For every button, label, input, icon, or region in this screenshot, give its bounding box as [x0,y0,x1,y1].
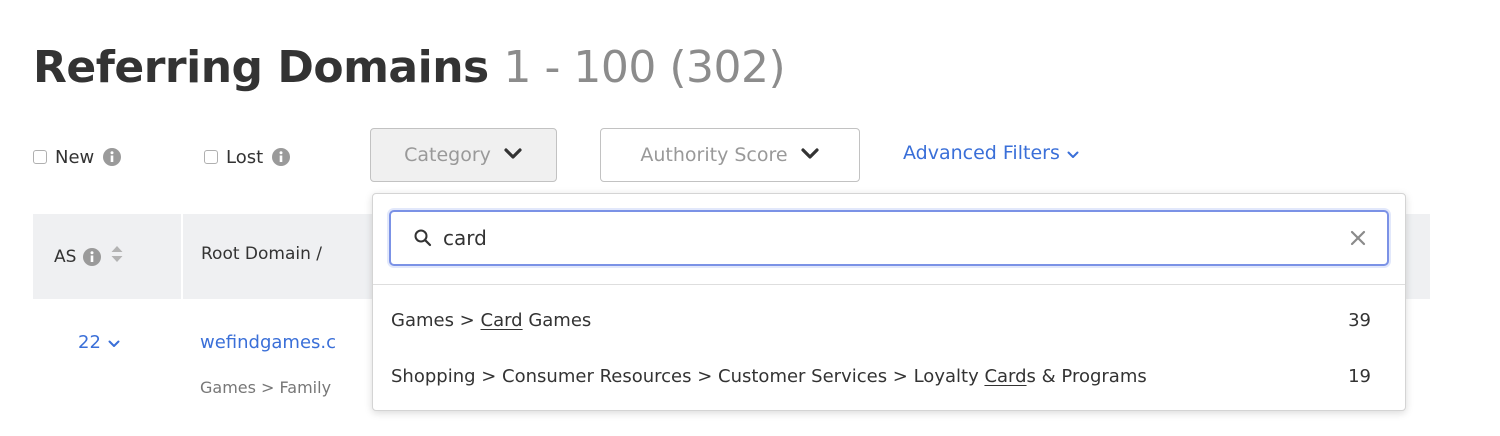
category-option[interactable]: Shopping > Consumer Resources > Customer… [373,358,1405,398]
advanced-filters-toggle[interactable]: Advanced Filters [903,142,1079,164]
chevron-down-icon [1067,142,1079,164]
option-label: Games > Card Games [391,310,592,331]
header-divider [181,214,183,299]
column-header-root-domain[interactable]: Root Domain / [201,244,322,264]
info-icon[interactable] [271,147,291,167]
chevron-down-icon [108,332,120,353]
category-select[interactable]: Category [370,128,557,182]
dropdown-divider [373,284,1405,285]
chevron-down-icon [800,144,820,166]
category-select-label: Category [404,144,491,166]
category-dropdown: Games > Card Games 39 Shopping > Consume… [372,193,1406,411]
new-checkbox-box[interactable] [33,150,47,164]
option-count: 39 [1348,310,1371,331]
authority-score-select[interactable]: Authority Score [600,128,860,182]
search-icon [413,228,433,248]
clear-icon[interactable] [1347,227,1369,249]
page-title: Referring Domains 1 - 100 (302) [33,40,786,96]
info-icon[interactable] [102,147,122,167]
info-icon[interactable] [82,247,102,267]
as-header-label: AS [54,246,77,267]
option-count: 19 [1348,366,1371,387]
new-filter-checkbox[interactable]: New [33,144,122,170]
row-category: Games > Family [200,378,332,397]
row-domain-link[interactable]: wefindgames.c [200,332,336,353]
lost-filter-label: Lost [226,146,264,168]
result-range: 1 - 100 (302) [503,42,786,93]
sort-icon[interactable] [110,244,124,269]
column-header-as[interactable]: AS [54,244,124,269]
category-option[interactable]: Games > Card Games 39 [373,302,1405,342]
match-highlight: Card [480,310,523,331]
category-search-input[interactable] [443,226,1323,250]
page-title-text: Referring Domains [33,42,489,93]
advanced-filters-label: Advanced Filters [903,142,1060,164]
as-value: 22 [78,332,101,353]
new-filter-label: New [55,146,95,168]
authority-score-label: Authority Score [640,144,788,166]
chevron-down-icon [503,144,523,166]
option-label: Shopping > Consumer Resources > Customer… [391,366,1147,387]
match-highlight: Card [984,366,1027,387]
lost-checkbox-box[interactable] [204,150,218,164]
category-search-box[interactable] [389,210,1389,266]
lost-filter-checkbox[interactable]: Lost [204,144,291,170]
row-as-value[interactable]: 22 [78,332,120,353]
